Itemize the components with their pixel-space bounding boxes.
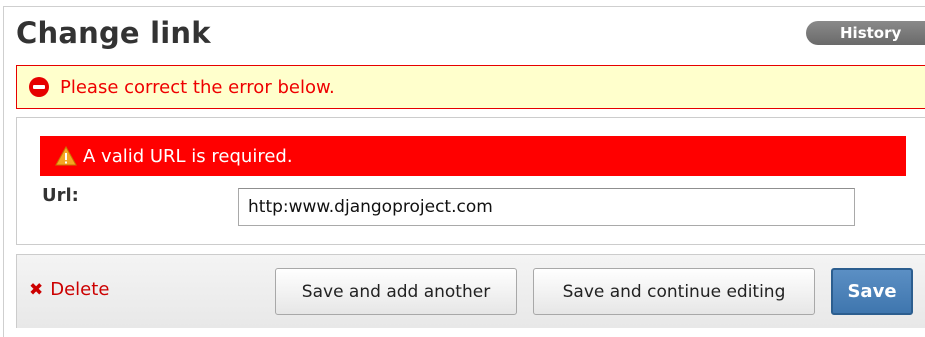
- warning-triangle-icon: [55, 146, 77, 166]
- delete-link[interactable]: ✖ Delete: [29, 279, 109, 300]
- x-icon: ✖: [29, 279, 44, 300]
- delete-label: Delete: [50, 279, 110, 300]
- error-note: Please correct the error below.: [16, 65, 925, 109]
- url-input[interactable]: [238, 188, 855, 226]
- minus-circle-icon: [29, 77, 49, 97]
- url-label: Url:: [42, 185, 79, 206]
- save-and-add-another-button[interactable]: Save and add another: [275, 268, 517, 315]
- field-error-text: A valid URL is required.: [83, 145, 293, 167]
- form-fieldset: A valid URL is required. Url:: [16, 117, 925, 245]
- save-button[interactable]: Save: [831, 268, 913, 315]
- submit-row: ✖ Delete Save and add another Save and c…: [16, 254, 925, 328]
- error-note-text: Please correct the error below.: [60, 76, 335, 98]
- history-button[interactable]: History: [806, 21, 925, 45]
- field-error-list: A valid URL is required.: [40, 136, 906, 176]
- save-and-continue-editing-button[interactable]: Save and continue editing: [533, 268, 815, 315]
- page-title: Change link: [16, 16, 211, 50]
